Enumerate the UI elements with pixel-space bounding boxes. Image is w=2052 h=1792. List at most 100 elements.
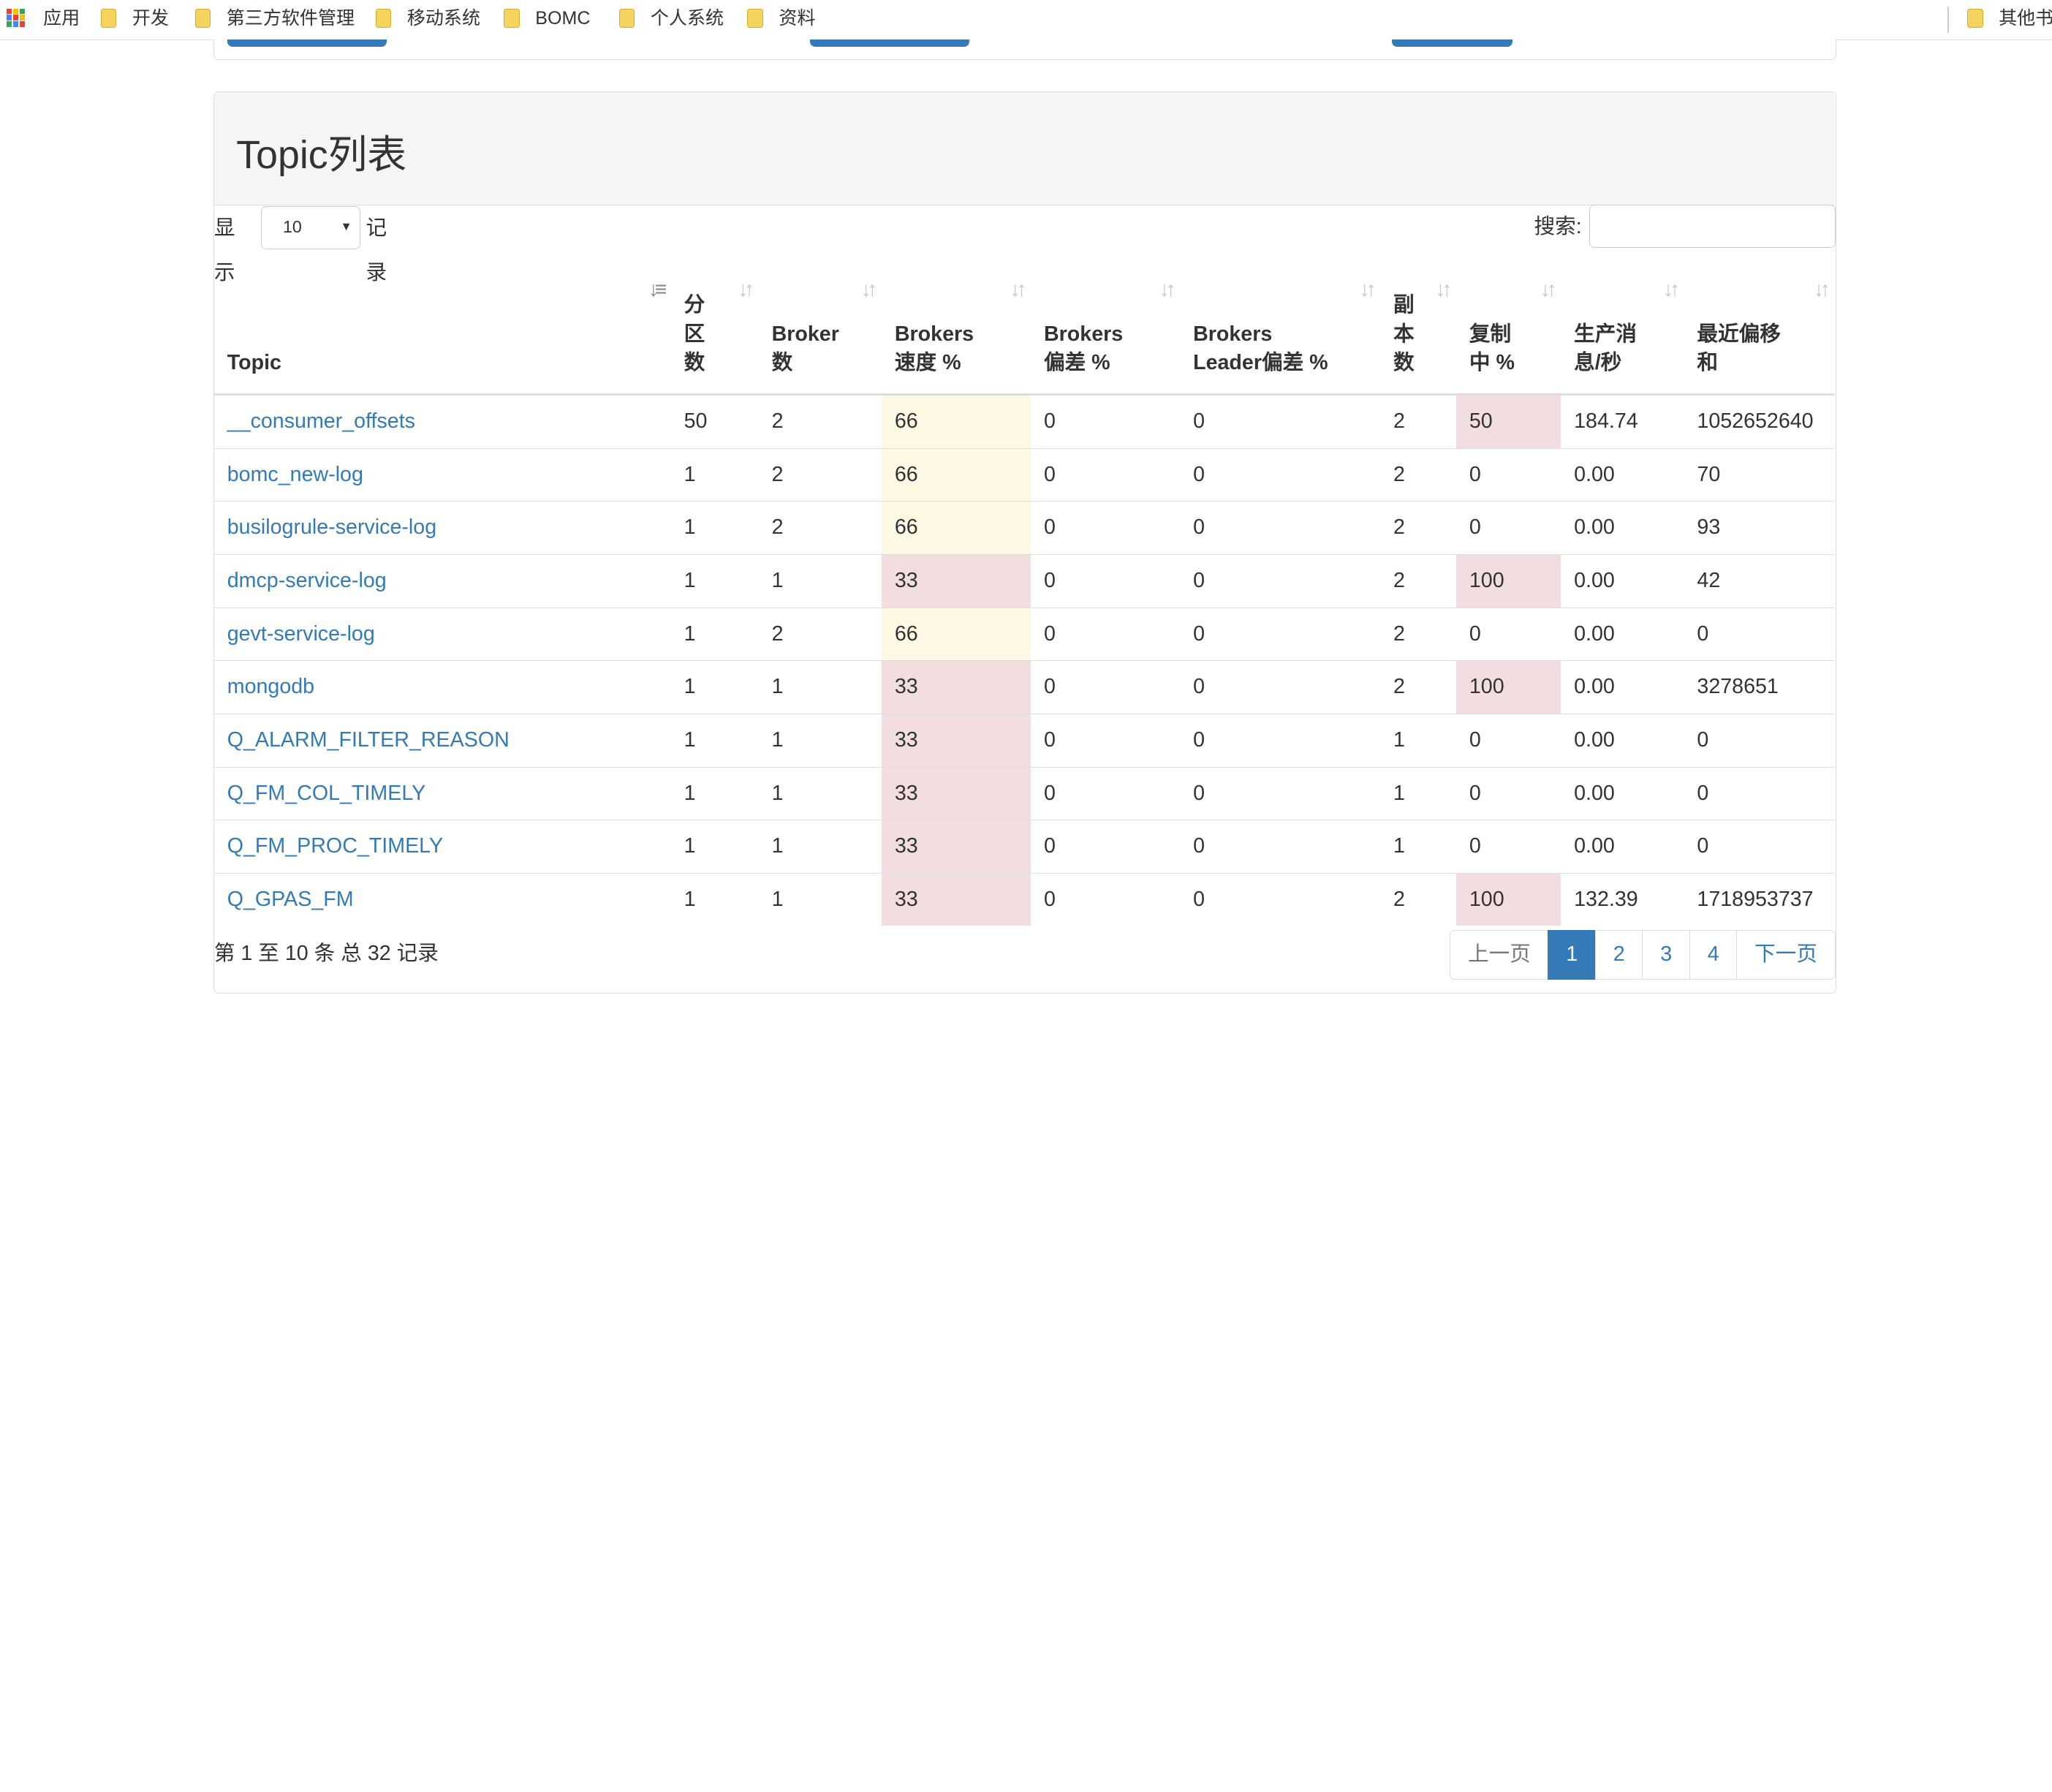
- cell-offset-sum: 0: [1684, 607, 1835, 661]
- cell-topic: gevt-service-log: [213, 607, 671, 661]
- cell-under-replicated: 50: [1455, 394, 1561, 449]
- sort-icon[interactable]: ↓↑: [1663, 276, 1680, 304]
- topic-link[interactable]: mongodb: [227, 675, 314, 698]
- column-header[interactable]: Topic ↓≡: [213, 265, 671, 396]
- page-button[interactable]: 2: [1594, 930, 1643, 980]
- search-input[interactable]: [1589, 205, 1836, 249]
- column-header-label: 本: [1393, 322, 1415, 346]
- column-header[interactable]: 生产消 息/秒 ↓↑: [1561, 265, 1684, 396]
- bookmark-label: 资料: [779, 8, 816, 29]
- cell-under-replicated: 0: [1455, 607, 1561, 661]
- cell-replicas: 1: [1380, 766, 1456, 820]
- cell-partitions: 1: [670, 872, 759, 926]
- cell-spread: 66: [881, 607, 1031, 661]
- cell-skew: 0: [1031, 713, 1181, 767]
- cell-offset-sum: 42: [1684, 554, 1835, 608]
- bookmark-other-label: 其他书: [1999, 8, 2052, 29]
- bookmark-folder[interactable]: BOMC: [504, 0, 590, 39]
- cell-spread: 33: [881, 713, 1031, 767]
- table-body: __consumer_offsets 50 2 66 0 0 2 50 184.74 105265…: [213, 394, 1835, 926]
- column-header[interactable]: Brokers 偏差 % ↓↑: [1031, 265, 1181, 396]
- topic-link[interactable]: busilogrule-service-log: [227, 515, 436, 539]
- top-button[interactable]: [227, 39, 387, 48]
- topic-link[interactable]: gevt-service-log: [227, 622, 375, 646]
- table-header-row: Topic ↓≡ 分区数 ↓↑ Broker 数 ↓↑ Brokers 速度 % ↓↑ Broker…: [213, 265, 1835, 396]
- bookmark-folder[interactable]: 第三方软件管理: [194, 0, 355, 39]
- cell-topic: Q_ALARM_FILTER_REASON: [213, 713, 671, 767]
- cell-topic: Q_FM_COL_TIMELY: [213, 766, 671, 820]
- top-button[interactable]: [809, 39, 969, 48]
- cell-under-replicated: 100: [1455, 554, 1561, 608]
- folder-icon: [618, 8, 635, 29]
- cell-skew: 0: [1031, 766, 1181, 820]
- cell-topic: dmcp-service-log: [213, 554, 671, 608]
- column-header-label: Leader偏差 %: [1193, 351, 1328, 375]
- cell-msgs-per-sec: 0.00: [1561, 447, 1684, 502]
- column-header[interactable]: Brokers 速度 % ↓↑: [881, 265, 1031, 396]
- table-row: Q_GPAS_FM 1 1 33 0 0 2 100 132.39 1718953737: [213, 872, 1835, 926]
- topic-link[interactable]: Q_GPAS_FM: [227, 888, 354, 911]
- sort-icon[interactable]: ↓↑: [1540, 276, 1557, 304]
- column-header[interactable]: Broker 数 ↓↑: [758, 265, 882, 396]
- bookmark-apps[interactable]: 应用: [6, 0, 80, 39]
- cell-leader-skew: 0: [1180, 766, 1381, 820]
- cell-msgs-per-sec: 0.00: [1561, 820, 1684, 874]
- topic-link[interactable]: Q_FM_COL_TIMELY: [227, 782, 425, 805]
- topic-link[interactable]: __consumer_offsets: [227, 409, 415, 433]
- sort-icon[interactable]: ↓↑: [860, 276, 877, 304]
- bookmark-folder[interactable]: 个人系统: [618, 0, 724, 39]
- column-header[interactable]: 复制中 % ↓↑: [1455, 265, 1561, 396]
- column-header-label: 最近偏移: [1697, 322, 1781, 346]
- top-button[interactable]: [1392, 39, 1513, 48]
- table-row: busilogrule-service-log 1 2 66 0 0 2 0 0.00 93: [213, 501, 1835, 555]
- column-header[interactable]: 副本数 ↓↑: [1380, 265, 1456, 396]
- page-button[interactable]: 4: [1689, 930, 1738, 980]
- bookmark-folder[interactable]: 开发: [100, 0, 169, 39]
- column-header[interactable]: 分区数 ↓↑: [670, 265, 759, 396]
- sort-icon[interactable]: ↓↑: [1010, 276, 1026, 304]
- sort-desc-icon[interactable]: ↓≡: [648, 276, 667, 304]
- sort-icon[interactable]: ↓↑: [738, 276, 754, 304]
- cell-msgs-per-sec: 132.39: [1561, 872, 1684, 926]
- column-header[interactable]: 最近偏移和 ↓↑: [1684, 265, 1835, 396]
- cell-spread: 33: [881, 872, 1031, 926]
- next-page-button[interactable]: 下一页: [1736, 930, 1836, 980]
- sort-icon[interactable]: ↓↑: [1435, 276, 1452, 304]
- bookmark-other[interactable]: 其他书: [1967, 0, 2052, 39]
- page-button[interactable]: 1: [1548, 930, 1597, 980]
- cell-skew: 0: [1031, 447, 1181, 502]
- topic-link[interactable]: Q_ALARM_FILTER_REASON: [227, 728, 510, 752]
- cell-under-replicated: 0: [1455, 820, 1561, 874]
- table-row: dmcp-service-log 1 1 33 0 0 2 100 0.00 42: [213, 554, 1835, 608]
- bookmark-folder[interactable]: 资料: [747, 0, 815, 39]
- column-header[interactable]: Brokers Leader偏差 % ↓↑: [1180, 265, 1381, 396]
- cell-leader-skew: 0: [1180, 872, 1381, 926]
- page-length-select[interactable]: 10 ▼: [261, 206, 361, 250]
- prev-page-button[interactable]: 上一页: [1449, 930, 1549, 980]
- cell-offset-sum: 1718953737: [1684, 872, 1835, 926]
- sort-icon[interactable]: ↓↑: [1814, 276, 1830, 304]
- cell-spread: 33: [881, 554, 1031, 608]
- table-row: Q_FM_COL_TIMELY 1 1 33 0 0 1 0 0.00 0: [213, 766, 1835, 820]
- panel-heading: Topic列表: [213, 92, 1835, 206]
- cell-partitions: 1: [670, 607, 759, 661]
- sort-icon[interactable]: ↓↑: [1159, 276, 1176, 304]
- column-header-label: Brokers: [894, 322, 974, 346]
- cell-skew: 0: [1031, 607, 1181, 661]
- bookmark-folder[interactable]: 移动系统: [375, 0, 480, 39]
- column-header-label: 息/秒: [1574, 351, 1622, 375]
- page-button[interactable]: 3: [1642, 930, 1691, 980]
- cell-brokers: 1: [758, 713, 882, 767]
- cell-topic: mongodb: [213, 660, 671, 714]
- cell-topic: Q_FM_PROC_TIMELY: [213, 820, 671, 874]
- pagination: 上一页 1 2 3 4 下一页: [1449, 930, 1836, 980]
- topic-link[interactable]: bomc_new-log: [227, 463, 363, 486]
- table-row: Q_ALARM_FILTER_REASON 1 1 33 0 0 1 0 0.00 0: [213, 713, 1835, 767]
- topic-link[interactable]: dmcp-service-log: [227, 569, 387, 592]
- column-header-label: Brokers: [1043, 322, 1124, 346]
- sort-icon[interactable]: ↓↑: [1360, 276, 1377, 304]
- cell-offset-sum: 1052652640: [1684, 394, 1835, 449]
- topic-link[interactable]: Q_FM_PROC_TIMELY: [227, 834, 443, 858]
- cell-spread: 33: [881, 820, 1031, 874]
- cell-leader-skew: 0: [1180, 447, 1381, 502]
